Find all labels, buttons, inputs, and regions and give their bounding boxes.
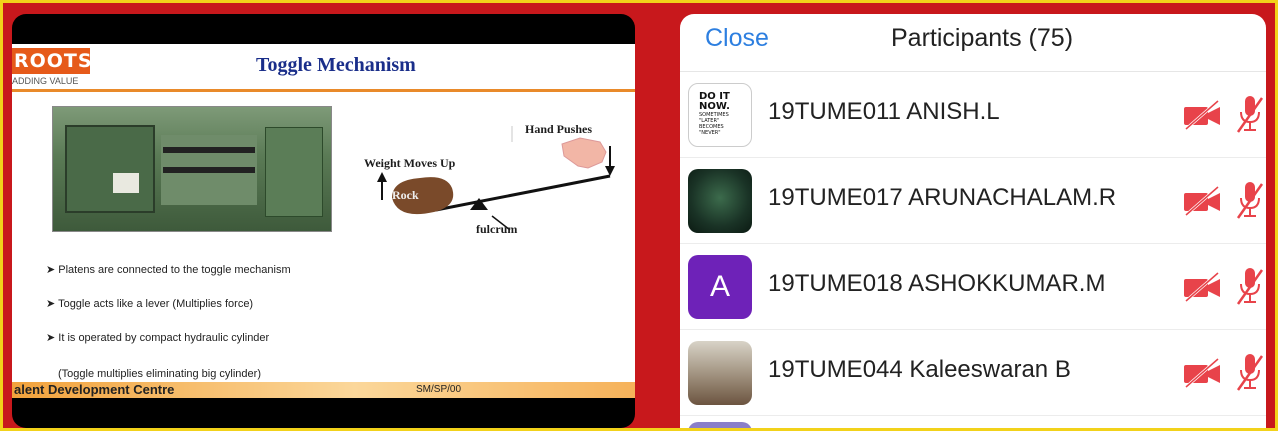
participants-panel: Close Participants (75) DO IT NOW. SOMET… <box>680 14 1266 431</box>
shared-screen-video[interactable]: ROOTS ADDING VALUE Toggle Mechanism Hand… <box>12 14 635 428</box>
label-rock: Rock <box>392 188 419 202</box>
avatar: A <box>688 255 752 319</box>
participant-row[interactable]: 19TUME044 Kaleeswaran B <box>680 330 1266 416</box>
slide-footer: alent Development Centre SM/SP/00 <box>12 382 635 398</box>
mic-off-icon[interactable] <box>1236 94 1264 134</box>
mic-off-icon[interactable] <box>1236 352 1264 392</box>
participant-name: 19TUME017 ARUNACHALAM.R <box>768 184 1117 211</box>
slide-logo-tagline: ADDING VALUE <box>12 76 79 86</box>
participant-name: 19TUME018 ASHOKKUMAR.M <box>768 270 1106 297</box>
avatar <box>688 169 752 233</box>
bullet-3: ➤ It is operated by compact hydraulic cy… <box>46 332 270 344</box>
footer-code: SM/SP/00 <box>416 384 462 395</box>
bullet-4: (Toggle multiplies eliminating big cylin… <box>58 368 261 380</box>
participant-row[interactable]: 19TUME017 ARUNACHALAM.R <box>680 158 1266 244</box>
video-off-icon[interactable] <box>1182 357 1222 389</box>
avatar <box>688 341 752 405</box>
participant-name: 19TUME044 Kaleeswaran B <box>768 356 1071 383</box>
video-off-icon[interactable] <box>1182 99 1222 131</box>
label-hand-pushes: Hand Pushes <box>525 122 593 136</box>
video-off-icon[interactable] <box>1182 185 1222 217</box>
slide-header: ROOTS ADDING VALUE Toggle Mechanism <box>12 44 635 92</box>
avatar: DO IT NOW. SOMETIMES "LATER" BECOMES "NE… <box>688 83 752 147</box>
participant-row[interactable]: DO IT NOW. SOMETIMES "LATER" BECOMES "NE… <box>680 72 1266 158</box>
panel-header: Close Participants (75) <box>680 14 1266 72</box>
label-weight-moves-up: Weight Moves Up <box>364 156 456 170</box>
video-off-icon[interactable] <box>1182 271 1222 303</box>
slide-title: Toggle Mechanism <box>256 54 416 76</box>
bullet-2: ➤ Toggle acts like a lever (Multiplies f… <box>46 298 254 310</box>
footer-org: alent Development Centre <box>14 382 175 397</box>
close-button[interactable]: Close <box>705 24 769 53</box>
machine-image <box>52 106 332 232</box>
mic-off-icon[interactable] <box>1236 266 1264 306</box>
label-fulcrum: fulcrum <box>476 222 518 236</box>
avatar <box>688 422 752 431</box>
presentation-slide: ROOTS ADDING VALUE Toggle Mechanism Hand… <box>12 44 635 398</box>
participant-row[interactable]: A 19TUME018 ASHOKKUMAR.M <box>680 244 1266 330</box>
mic-off-icon[interactable] <box>1236 180 1264 220</box>
bullet-1: ➤ Platens are connected to the toggle me… <box>46 264 291 276</box>
participant-name: 19TUME011 ANISH.L <box>768 98 1000 125</box>
slide-logo: ROOTS <box>12 48 93 74</box>
panel-title: Participants (75) <box>891 24 1074 52</box>
